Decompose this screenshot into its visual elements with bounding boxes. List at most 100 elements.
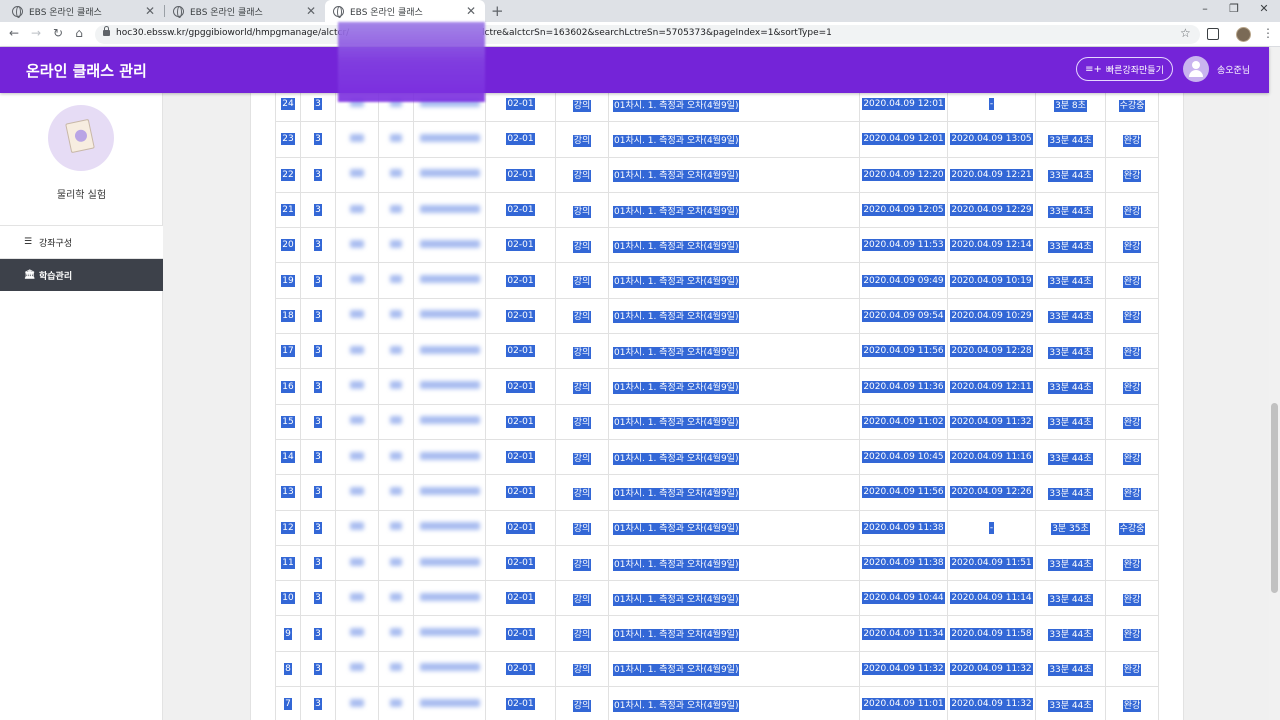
table-row[interactable]: 21 3 02-01 강의 01차시. 1. 측정과 오차(4월9일) 2020.04.0… bbox=[275, 191, 1159, 229]
table-row[interactable]: 20 3 02-01 강의 01차시. 1. 측정과 오차(4월9일) 2020.04.0… bbox=[275, 227, 1159, 264]
reload-icon[interactable]: ↻ bbox=[50, 26, 66, 40]
lesson-title-text: 01차시. 1. 측정과 오차(4월9일) bbox=[613, 382, 740, 395]
row-number-cell: 18 bbox=[275, 297, 301, 335]
status-cell: 완강 bbox=[1105, 297, 1159, 335]
page-scrollbar[interactable] bbox=[1269, 47, 1280, 720]
content-type-cell: 강의 bbox=[555, 191, 609, 229]
restore-icon[interactable]: ❐ bbox=[1220, 2, 1248, 15]
class-code-text: 02-01 bbox=[506, 380, 535, 393]
class-code-cell: 02-01 bbox=[485, 686, 556, 720]
status-cell: 완강 bbox=[1105, 686, 1159, 720]
table-row[interactable]: 12 3 02-01 강의 01차시. 1. 측정과 오차(4월9일) 2020.04.0… bbox=[275, 509, 1159, 546]
study-time-cell: 33분 44초 bbox=[1035, 615, 1106, 652]
study-time-cell: 33분 44초 bbox=[1035, 191, 1106, 229]
sidebar-item-course-structure[interactable]: ☰ 강좌구성 bbox=[0, 225, 163, 258]
end-time-text: 2020.04.09 11:58 bbox=[950, 627, 1033, 640]
redacted-cell bbox=[378, 227, 414, 264]
back-icon[interactable]: ← bbox=[6, 26, 22, 40]
end-time-cell: 2020.04.09 11:58 bbox=[947, 615, 1036, 652]
table-row[interactable]: 15 3 02-01 강의 01차시. 1. 측정과 오차(4월9일) 2020.04.0… bbox=[275, 403, 1159, 440]
new-tab-icon[interactable]: + bbox=[491, 2, 504, 20]
start-time-cell: 2020.04.09 12:05 bbox=[859, 191, 948, 229]
window-close-icon[interactable]: ✕ bbox=[1250, 2, 1278, 15]
user-name[interactable]: 송오준님 bbox=[1217, 63, 1250, 76]
start-time-text: 2020.04.09 09:49 bbox=[862, 274, 945, 287]
browser-tab-strip: EBS 온라인 클래스 ✕ EBS 온라인 클래스 ✕ EBS 온라인 클래스 … bbox=[0, 0, 1280, 22]
start-time-cell: 2020.04.09 11:56 bbox=[859, 333, 948, 370]
sidebar-item-learning-management[interactable]: 🏛 학습관리 bbox=[0, 258, 163, 291]
globe-icon bbox=[12, 5, 23, 18]
status-text: 완강 bbox=[1122, 664, 1142, 677]
start-time-text: 2020.04.09 12:20 bbox=[862, 168, 945, 181]
add-list-icon: ≡+ bbox=[1085, 63, 1102, 75]
study-time-text: 33분 44초 bbox=[1048, 205, 1093, 218]
more-menu-icon[interactable]: ⋮ bbox=[1262, 26, 1274, 40]
class-code-cell: 02-01 bbox=[485, 368, 556, 405]
main-content: 24 3 02-01 강의 01차시. 1. 측정과 오차(4월9일) 2020.04.0… bbox=[164, 93, 1269, 720]
status-text: 수강중 bbox=[1118, 99, 1146, 112]
status-text: 완강 bbox=[1122, 452, 1142, 465]
row-number-cell: 9 bbox=[275, 615, 301, 652]
table-row[interactable]: 17 3 02-01 강의 01차시. 1. 측정과 오차(4월9일) 2020.04.0… bbox=[275, 333, 1159, 370]
address-bar[interactable]: hoc30.ebssw.kr/gpggibioworld/hmpgmanage/… bbox=[95, 25, 1200, 44]
close-icon[interactable]: ✕ bbox=[144, 4, 156, 18]
table-row[interactable]: 10 3 02-01 강의 01차시. 1. 측정과 오차(4월9일) 2020.04.0… bbox=[275, 580, 1159, 617]
class-code-cell: 02-01 bbox=[485, 262, 556, 299]
content-type-cell: 강의 bbox=[555, 333, 609, 370]
content-type-text: 강의 bbox=[572, 629, 592, 642]
start-time-text: 2020.04.09 11:56 bbox=[862, 345, 945, 358]
forward-icon[interactable]: → bbox=[28, 26, 44, 40]
content-type-text: 강의 bbox=[572, 346, 592, 359]
study-time-cell: 33분 44초 bbox=[1035, 262, 1106, 299]
user-avatar[interactable] bbox=[1183, 56, 1209, 82]
table-row[interactable]: 14 3 02-01 강의 01차시. 1. 측정과 오차(4월9일) 2020.04.0… bbox=[275, 438, 1159, 476]
start-time-text: 2020.04.09 10:44 bbox=[862, 592, 945, 605]
class-code-text: 02-01 bbox=[506, 345, 535, 358]
grade-text: 3 bbox=[314, 627, 322, 640]
class-code-text: 02-01 bbox=[506, 98, 535, 111]
browser-tab[interactable]: EBS 온라인 클래스 ✕ bbox=[4, 0, 164, 22]
study-time-text: 33분 44초 bbox=[1048, 699, 1093, 712]
redacted-cell bbox=[413, 262, 486, 299]
profile-avatar[interactable] bbox=[1236, 27, 1251, 42]
row-number-cell: 17 bbox=[275, 333, 301, 370]
bookmark-star-icon[interactable]: ☆ bbox=[1180, 26, 1191, 40]
quick-course-button[interactable]: ≡+ 빠른강좌만들기 bbox=[1076, 57, 1173, 81]
lesson-title-text: 01차시. 1. 측정과 오차(4월9일) bbox=[613, 170, 740, 183]
redacted-cell bbox=[378, 544, 414, 582]
table-row[interactable]: 22 3 02-01 강의 01차시. 1. 측정과 오차(4월9일) 2020.04.0… bbox=[275, 156, 1159, 193]
table-row[interactable]: 7 3 02-01 강의 01차시. 1. 측정과 오차(4월9일) 2020.04.09… bbox=[275, 686, 1159, 720]
grade-cell: 3 bbox=[300, 368, 336, 405]
table-row[interactable]: 8 3 02-01 강의 01차시. 1. 측정과 오차(4월9일) 2020.04.09… bbox=[275, 650, 1159, 688]
end-time-cell: 2020.04.09 12:21 bbox=[947, 156, 1036, 193]
table-row[interactable]: 19 3 02-01 강의 01차시. 1. 측정과 오차(4월9일) 2020.04.0… bbox=[275, 262, 1159, 299]
content-type-text: 강의 bbox=[572, 134, 592, 147]
minimize-icon[interactable]: – bbox=[1191, 2, 1219, 15]
lesson-title-cell: 01차시. 1. 측정과 오차(4월9일) bbox=[608, 474, 860, 511]
scrollbar-thumb[interactable] bbox=[1271, 403, 1278, 593]
end-time-text: 2020.04.09 11:32 bbox=[950, 662, 1033, 675]
row-number-text: 12 bbox=[281, 521, 295, 534]
table-row[interactable]: 16 3 02-01 강의 01차시. 1. 측정과 오차(4월9일) 2020.04.0… bbox=[275, 368, 1159, 405]
close-icon[interactable]: ✕ bbox=[305, 4, 317, 18]
table-row[interactable]: 13 3 02-01 강의 01차시. 1. 측정과 오차(4월9일) 2020.04.0… bbox=[275, 474, 1159, 511]
extension-icon[interactable] bbox=[1207, 28, 1219, 40]
browser-tab[interactable]: EBS 온라인 클래스 ✕ bbox=[165, 0, 325, 22]
start-time-cell: 2020.04.09 09:49 bbox=[859, 262, 948, 299]
browser-tab-active[interactable]: EBS 온라인 클래스 ✕ bbox=[325, 0, 485, 22]
content-type-text: 강의 bbox=[572, 99, 592, 112]
table-row[interactable]: 11 3 02-01 강의 01차시. 1. 측정과 오차(4월9일) 2020.04.0… bbox=[275, 544, 1159, 582]
close-icon[interactable]: ✕ bbox=[465, 4, 477, 18]
class-code-cell: 02-01 bbox=[485, 650, 556, 688]
redacted-cell bbox=[413, 615, 486, 652]
table-row[interactable]: 23 3 02-01 강의 01차시. 1. 측정과 오차(4월9일) 2020.04.0… bbox=[275, 121, 1159, 158]
class-code-cell: 02-01 bbox=[485, 227, 556, 264]
table-row[interactable]: 18 3 02-01 강의 01차시. 1. 측정과 오차(4월9일) 2020.04.0… bbox=[275, 297, 1159, 335]
redacted-cell bbox=[378, 650, 414, 688]
start-time-text: 2020.04.09 11:02 bbox=[862, 415, 945, 428]
end-time-text: - bbox=[988, 521, 995, 534]
start-time-text: 2020.04.09 11:36 bbox=[862, 380, 945, 393]
table-row[interactable]: 9 3 02-01 강의 01차시. 1. 측정과 오차(4월9일) 2020.04.09… bbox=[275, 615, 1159, 652]
redacted-cell bbox=[413, 227, 486, 264]
home-icon[interactable]: ⌂ bbox=[71, 26, 87, 40]
